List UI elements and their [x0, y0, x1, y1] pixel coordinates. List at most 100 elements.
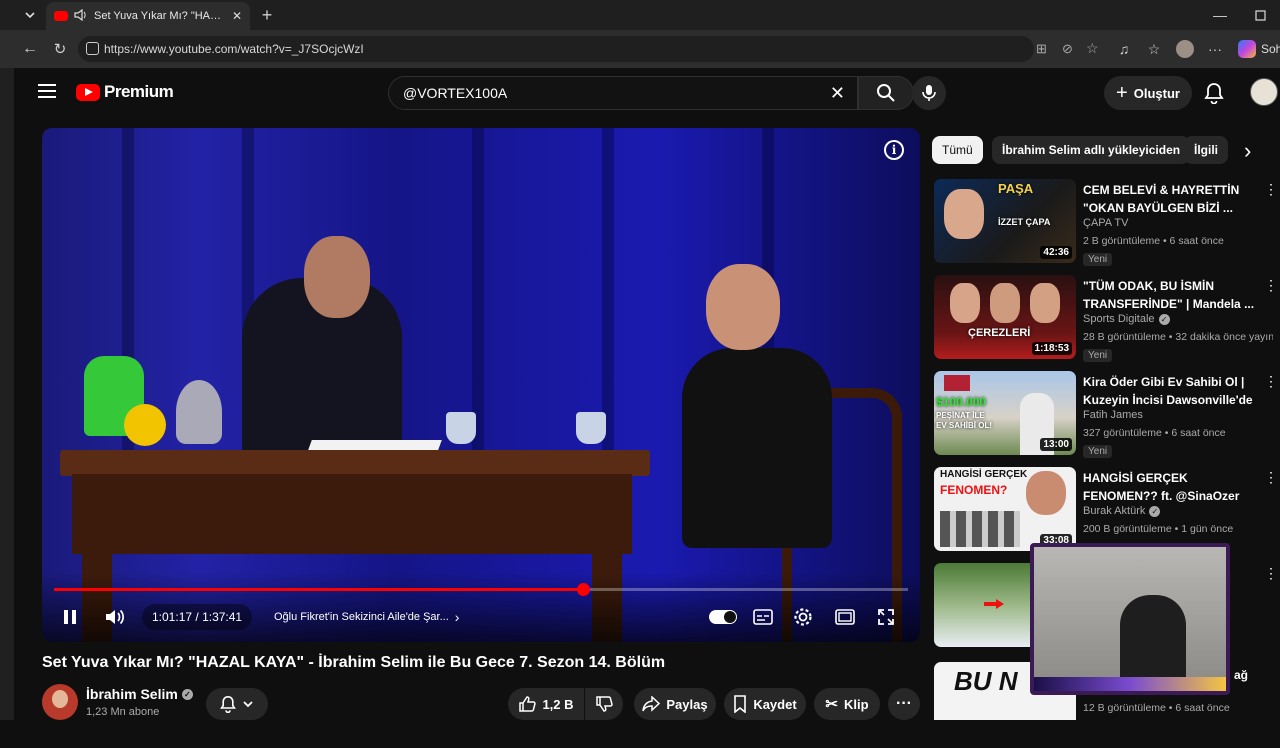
- new-tab-icon[interactable]: +: [255, 3, 279, 27]
- back-icon[interactable]: ←: [18, 37, 42, 61]
- total-time: 1:37:41: [202, 610, 243, 624]
- subscriber-count: 1,23 Mn abone: [86, 706, 160, 718]
- fullscreen-button[interactable]: [874, 604, 898, 630]
- desk-top: [60, 450, 650, 476]
- recommended-video[interactable]: PAŞA İZZET ÇAPA 42:36 CEM BELEVİ & HAYRE…: [934, 179, 1280, 266]
- reload-icon[interactable]: ↻: [48, 37, 72, 61]
- toggle-switch-icon: [709, 610, 737, 624]
- chip-all[interactable]: Tümü: [932, 136, 983, 164]
- app-available-icon[interactable]: ⊞: [1036, 41, 1047, 57]
- close-tab-icon[interactable]: ✕: [232, 9, 242, 23]
- video-player[interactable]: i 1:01:17 / 1:37:41 Oğlu Fikret'in Sekiz…: [42, 128, 920, 642]
- create-button[interactable]: + Oluştur: [1104, 76, 1192, 110]
- video-thumbnail[interactable]: $100.000 PEŞİNAT İLE EV SAHİBİ OL! 13:00: [934, 371, 1076, 455]
- browser-tab-bar: Set Yuva Yıkar Mı? "HAZAL KAYA" - İbrahi…: [0, 0, 1280, 30]
- chips-next-chevron-icon[interactable]: ›: [1244, 138, 1251, 164]
- clear-search-icon[interactable]: ✕: [830, 83, 845, 104]
- autoplay-toggle[interactable]: [708, 604, 738, 630]
- theater-mode-button[interactable]: [832, 604, 858, 630]
- more-vertical-icon[interactable]: ⋮: [1264, 373, 1278, 390]
- volume-button[interactable]: [102, 604, 128, 630]
- search-input[interactable]: @VORTEX100A ✕: [388, 76, 858, 110]
- chip-from-uploader[interactable]: İbrahim Selim adlı yükleyiciden: [992, 136, 1191, 164]
- subscription-bell-button[interactable]: [206, 688, 268, 720]
- speaker-icon[interactable]: [74, 8, 88, 24]
- clip-button[interactable]: ✂ Klip: [814, 688, 880, 720]
- favorite-star-icon[interactable]: ☆: [1086, 40, 1099, 57]
- recommended-video[interactable]: HANGİSİ GERÇEK FENOMEN? 33:08 HANGİSİ GE…: [934, 467, 1280, 553]
- channel-avatar[interactable]: [42, 684, 78, 720]
- channel-name: Sports Digitale ✓: [1083, 313, 1170, 325]
- dislike-button[interactable]: [585, 688, 623, 720]
- thumbnail-caption: PAŞA: [998, 181, 1034, 196]
- like-button[interactable]: 1,2 B: [508, 688, 584, 720]
- tracking-prevention-icon[interactable]: ⊘: [1062, 41, 1073, 57]
- video-title: "TÜM ODAK, BU İSMİN TRANSFERİNDE" | Mand…: [1083, 279, 1255, 311]
- recommended-video[interactable]: $100.000 PEŞİNAT İLE EV SAHİBİ OL! 13:00…: [934, 371, 1280, 458]
- video-meta: 327 görüntüleme • 6 saat önce: [1083, 427, 1226, 439]
- save-label: Kaydet: [753, 696, 797, 712]
- progress-played: [54, 588, 584, 591]
- more-vertical-icon[interactable]: ⋮: [1264, 181, 1278, 198]
- search-button[interactable]: [858, 76, 914, 110]
- video-title: Kira Öder Gibi Ev Sahibi Ol | Kuzeyin İn…: [1083, 375, 1253, 407]
- notifications-bell-icon[interactable]: [1204, 82, 1224, 109]
- favorites-icon[interactable]: ☆: [1142, 37, 1166, 61]
- browser-tab-active[interactable]: Set Yuva Yıkar Mı? "HAZAL KAYA" - İbrahi…: [46, 2, 250, 30]
- host-head: [304, 236, 370, 318]
- chip-related[interactable]: İlgili: [1184, 136, 1228, 164]
- info-icon[interactable]: i: [884, 140, 904, 160]
- progress-bar[interactable]: [54, 583, 908, 596]
- curtain-fold: [472, 128, 484, 458]
- youtube-premium-logo[interactable]: Premium: [76, 82, 174, 102]
- video-meta: 2 B görüntüleme • 6 saat önce: [1083, 235, 1224, 247]
- chapter-button[interactable]: Oğlu Fikret'in Sekizinci Aile'de Şar... …: [274, 604, 459, 630]
- cup: [576, 412, 606, 444]
- site-info-icon[interactable]: [86, 42, 99, 55]
- minimize-icon[interactable]: —: [1208, 3, 1232, 27]
- subtitles-button[interactable]: [750, 604, 776, 630]
- more-options-icon[interactable]: ···: [1203, 37, 1227, 61]
- more-vertical-icon[interactable]: ⋮: [1264, 565, 1278, 582]
- video-title: HANGİSİ GERÇEK FENOMEN?? ft. @SinaOzer: [1083, 471, 1240, 503]
- thumbnail-caption: HANGİSİ GERÇEK: [940, 469, 1028, 480]
- copilot-label[interactable]: Soh: [1261, 42, 1280, 56]
- video-thumbnail[interactable]: ÇEREZLERİ 1:18:53: [934, 275, 1076, 359]
- bookmark-icon: [734, 695, 747, 713]
- thumbnail-face: [1030, 283, 1060, 323]
- chevron-down-icon: [243, 701, 253, 708]
- thumbnail-face: [990, 283, 1020, 323]
- video-meta: 28 B görüntüleme • 32 dakika önce yayın.…: [1083, 331, 1273, 343]
- video-duration: 42:36: [1040, 246, 1072, 259]
- browser-left-edge: [0, 68, 14, 720]
- channel-name: Fatih James: [1083, 409, 1143, 421]
- clip-label: Klip: [844, 696, 869, 712]
- yellow-ball: [124, 404, 166, 446]
- tab-list-chevron-icon[interactable]: [18, 3, 42, 27]
- more-vertical-icon[interactable]: ⋮: [1264, 277, 1278, 294]
- recommended-video[interactable]: ÇEREZLERİ 1:18:53 "TÜM ODAK, BU İSMİN TR…: [934, 275, 1280, 362]
- extension-icon[interactable]: ♫: [1112, 37, 1136, 61]
- url-field[interactable]: https://www.youtube.com/watch?v=_J7SOcjc…: [78, 36, 1099, 62]
- voice-search-button[interactable]: [912, 76, 946, 110]
- more-vertical-icon[interactable]: ⋮: [1264, 469, 1278, 486]
- new-badge: Yeni: [1083, 445, 1113, 458]
- share-button[interactable]: Paylaş: [634, 688, 716, 720]
- video-thumbnail[interactable]: PAŞA İZZET ÇAPA 42:36: [934, 179, 1076, 263]
- microphone-icon: [922, 85, 936, 101]
- save-button[interactable]: Kaydet: [724, 688, 806, 720]
- more-actions-button[interactable]: ···: [888, 688, 920, 720]
- pause-button[interactable]: [58, 604, 82, 630]
- maximize-icon[interactable]: [1248, 3, 1272, 27]
- account-avatar[interactable]: [1250, 78, 1278, 106]
- theater-mode-icon: [835, 609, 855, 625]
- settings-button[interactable]: [790, 604, 816, 630]
- copilot-icon[interactable]: [1238, 40, 1256, 58]
- hamburger-menu-icon[interactable]: [38, 84, 56, 98]
- profile-avatar-icon[interactable]: [1176, 40, 1194, 58]
- channel-name: Burak Aktürk ✓: [1083, 505, 1161, 517]
- thumbs-down-icon: [596, 696, 613, 712]
- channel-name-link[interactable]: İbrahim Selim ✓: [86, 686, 193, 702]
- video-thumbnail[interactable]: HANGİSİ GERÇEK FENOMEN? 33:08: [934, 467, 1076, 551]
- fullscreen-icon: [878, 609, 894, 625]
